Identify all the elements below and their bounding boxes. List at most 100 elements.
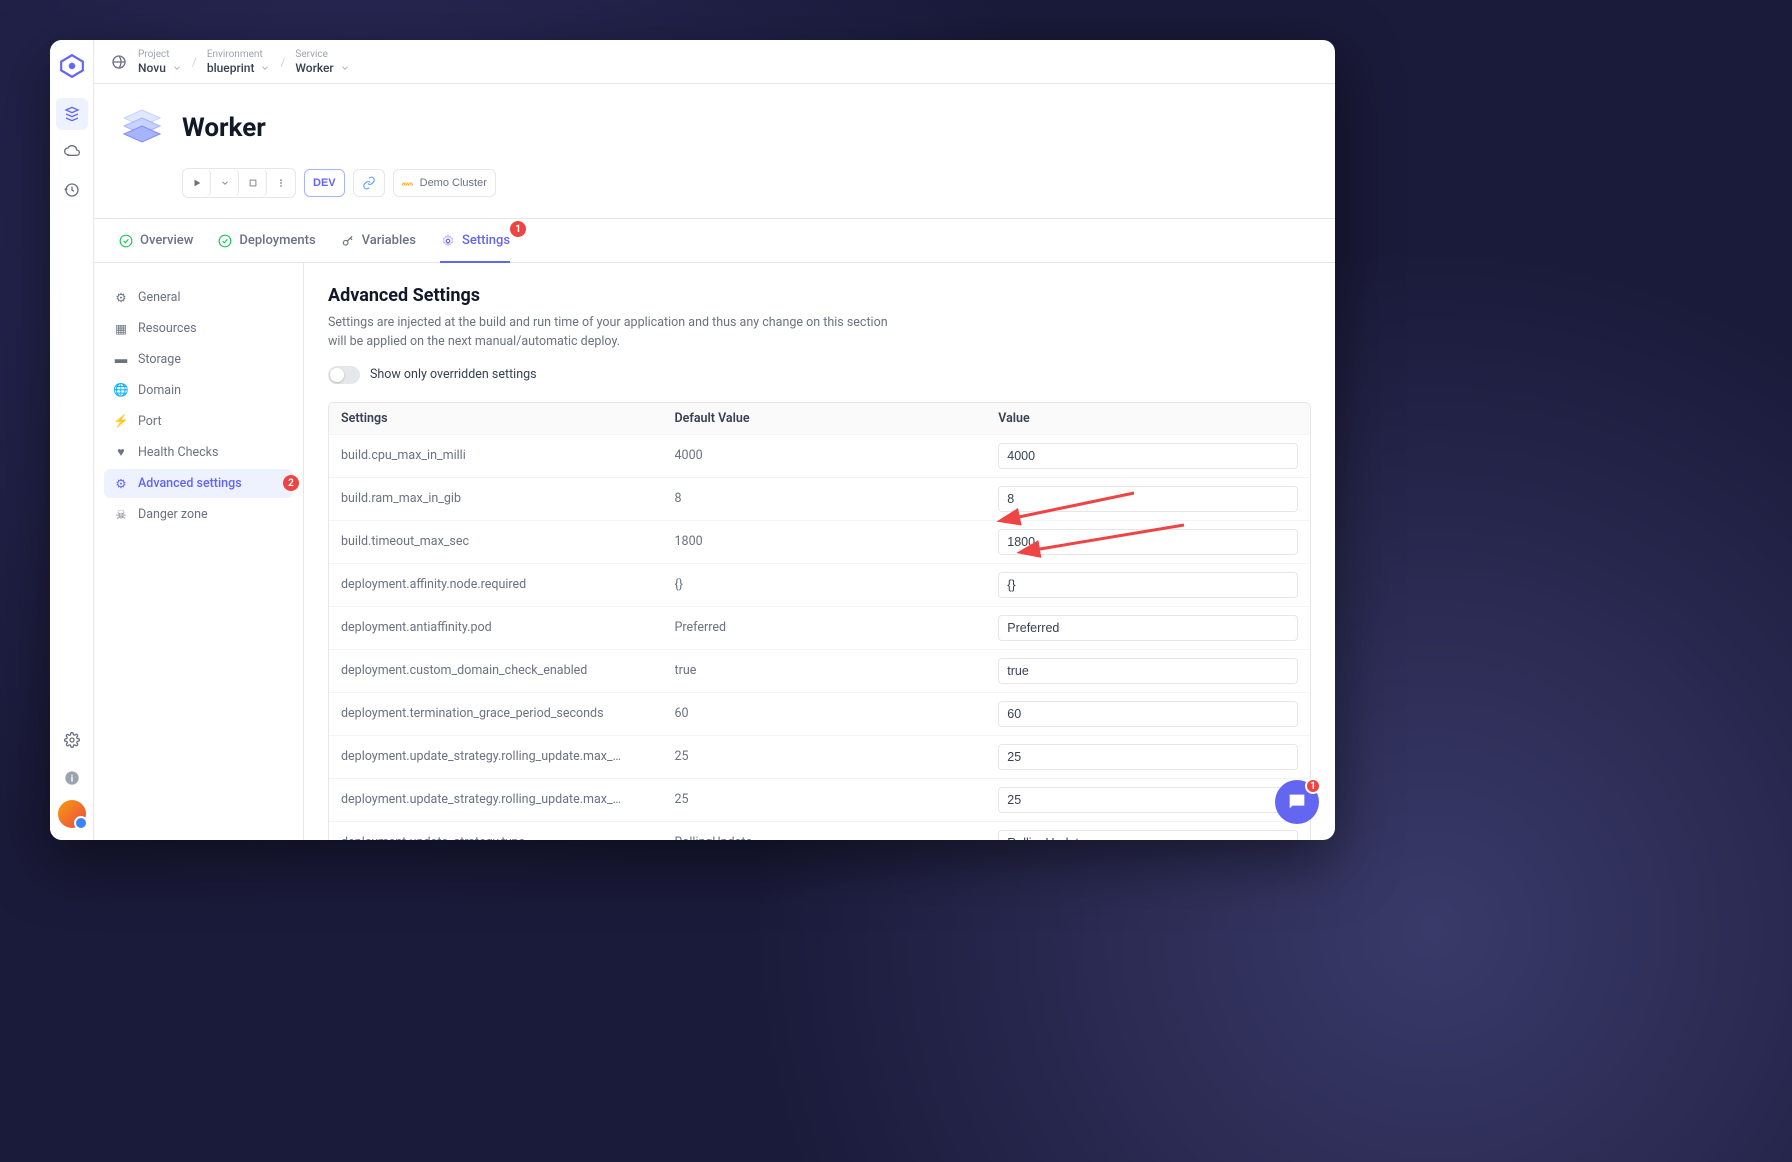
section-description: Settings are injected at the build and r… — [328, 314, 888, 352]
show-overridden-toggle[interactable] — [328, 366, 360, 384]
grid-icon: ▦ — [114, 322, 128, 336]
setting-value-cell — [986, 521, 1310, 564]
snav-danger[interactable]: ☠Danger zone — [104, 500, 293, 529]
left-nav-rail: i — [50, 40, 94, 840]
setting-value-input[interactable] — [998, 529, 1298, 555]
more-button[interactable] — [267, 169, 295, 197]
snav-advanced-badge: 2 — [283, 475, 299, 491]
page-title: Worker — [182, 113, 1311, 143]
setting-default: 25 — [663, 736, 987, 779]
tab-overview[interactable]: Overview — [118, 219, 193, 262]
bc-project-label: Project — [138, 49, 182, 60]
snav-advanced[interactable]: ⚙ Advanced settings 2 — [104, 469, 293, 498]
check-circle-icon — [217, 233, 233, 249]
setting-value-input[interactable] — [998, 744, 1298, 770]
snav-storage[interactable]: ▬Storage — [104, 345, 293, 374]
table-row: deployment.termination_grace_period_seco… — [329, 693, 1310, 736]
rail-item-help[interactable]: i — [56, 762, 88, 794]
setting-value-cell — [986, 650, 1310, 693]
tab-variables[interactable]: Variables — [340, 219, 416, 262]
link-button[interactable] — [353, 169, 385, 197]
setting-value-input[interactable] — [998, 486, 1298, 512]
gear-icon: ⚙ — [114, 291, 128, 305]
setting-value-input[interactable] — [998, 572, 1298, 598]
setting-key: deployment.affinity.node.required — [329, 564, 663, 607]
cluster-button[interactable]: aws Demo Cluster — [393, 169, 496, 197]
snav-port[interactable]: ⚡Port — [104, 407, 293, 436]
gear-icon — [440, 233, 456, 249]
snav-resources[interactable]: ▦Resources — [104, 314, 293, 343]
action-button-group — [182, 168, 296, 198]
play-button[interactable] — [183, 169, 211, 197]
tab-settings-badge: 1 — [510, 221, 526, 237]
header-controls: DEV aws Demo Cluster — [118, 168, 1311, 208]
bc-project-value[interactable]: Novu — [138, 61, 182, 75]
rail-item-settings[interactable] — [56, 724, 88, 756]
setting-default: 25 — [663, 779, 987, 822]
setting-key: deployment.update_strategy.type — [329, 822, 663, 841]
table-row: build.timeout_max_sec 1800 — [329, 521, 1310, 564]
setting-value-input[interactable] — [998, 701, 1298, 727]
setting-key: deployment.termination_grace_period_seco… — [329, 693, 663, 736]
table-row: deployment.update_strategy.type RollingU… — [329, 822, 1310, 841]
th-default: Default Value — [663, 403, 987, 435]
setting-value-input[interactable] — [998, 615, 1298, 641]
rail-item-services[interactable] — [56, 98, 88, 130]
stop-button[interactable] — [239, 169, 267, 197]
bc-separator: / — [280, 55, 285, 69]
setting-default: 1800 — [663, 521, 987, 564]
content-body: Advanced Settings Settings are injected … — [304, 263, 1335, 840]
tab-settings[interactable]: Settings 1 — [440, 219, 510, 262]
bc-env-value[interactable]: blueprint — [207, 61, 271, 75]
setting-value-input[interactable] — [998, 658, 1298, 684]
setting-key: deployment.update_strategy.rolling_updat… — [329, 736, 663, 779]
chat-launcher[interactable]: 1 — [1275, 780, 1319, 824]
globe-icon: 🌐 — [114, 384, 128, 398]
chat-badge: 1 — [1305, 778, 1321, 794]
org-icon — [110, 53, 128, 71]
app-window: i Project Novu / Environment blueprint — [50, 40, 1335, 840]
sliders-icon: ⚙ — [114, 477, 128, 491]
setting-value-cell — [986, 736, 1310, 779]
setting-default: 8 — [663, 478, 987, 521]
setting-value-cell — [986, 607, 1310, 650]
app-logo — [58, 52, 86, 80]
plug-icon: ⚡ — [114, 415, 128, 429]
setting-value-input[interactable] — [998, 830, 1298, 841]
rail-item-history[interactable] — [56, 174, 88, 206]
check-circle-icon — [118, 233, 134, 249]
setting-key: build.timeout_max_sec — [329, 521, 663, 564]
setting-default: 60 — [663, 693, 987, 736]
chevron-down-icon — [260, 63, 270, 73]
snav-health[interactable]: ♥Health Checks — [104, 438, 293, 467]
table-row: build.cpu_max_in_milli 4000 — [329, 435, 1310, 478]
tab-deployments[interactable]: Deployments — [217, 219, 315, 262]
setting-value-cell — [986, 779, 1310, 822]
setting-default: Preferred — [663, 607, 987, 650]
bc-service-value[interactable]: Worker — [295, 61, 349, 75]
user-avatar[interactable] — [58, 800, 86, 828]
rail-item-cloud[interactable] — [56, 136, 88, 168]
play-dropdown-button[interactable] — [211, 169, 239, 197]
settings-table: Settings Default Value Value build.cpu_m… — [328, 402, 1311, 841]
main-area: Project Novu / Environment blueprint / S… — [94, 40, 1335, 840]
table-row: deployment.update_strategy.rolling_updat… — [329, 779, 1310, 822]
snav-domain[interactable]: 🌐Domain — [104, 376, 293, 405]
env-badge-button[interactable]: DEV — [304, 169, 345, 197]
setting-default: {} — [663, 564, 987, 607]
tabs: Overview Deployments Variables Settings … — [94, 219, 1335, 263]
setting-value-input[interactable] — [998, 787, 1298, 813]
chevron-down-icon — [340, 63, 350, 73]
setting-key: build.ram_max_in_gib — [329, 478, 663, 521]
setting-default: RollingUpdate — [663, 822, 987, 841]
th-settings: Settings — [329, 403, 663, 435]
th-value: Value — [986, 403, 1310, 435]
toggle-label: Show only overridden settings — [370, 367, 537, 382]
service-icon — [118, 104, 166, 152]
setting-value-cell — [986, 478, 1310, 521]
aws-icon: aws — [402, 178, 416, 188]
setting-value-input[interactable] — [998, 443, 1298, 469]
snav-general[interactable]: ⚙General — [104, 283, 293, 312]
table-row: deployment.update_strategy.rolling_updat… — [329, 736, 1310, 779]
bc-service-label: Service — [295, 49, 349, 60]
